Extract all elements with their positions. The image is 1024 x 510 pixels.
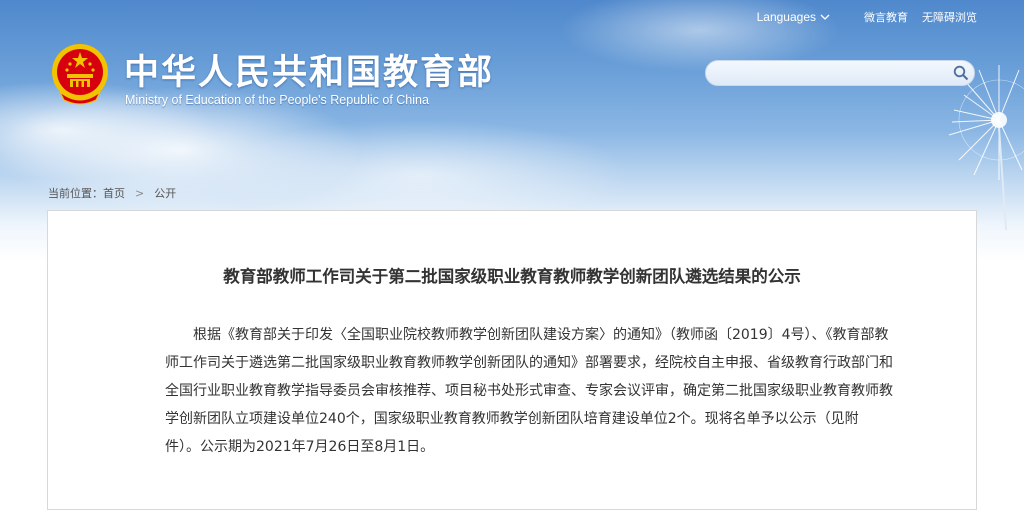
languages-menu[interactable]: Languages <box>757 10 830 24</box>
search-button[interactable] <box>948 61 974 85</box>
breadcrumb-prefix: 当前位置： <box>48 187 103 200</box>
breadcrumb: 当前位置： 首页 > 公开 <box>48 185 176 201</box>
languages-label: Languages <box>756 10 816 24</box>
breadcrumb-separator: > <box>135 186 145 200</box>
article-title: 教育部教师工作司关于第二批国家级职业教育教师教学创新团队遴选结果的公示 <box>223 267 801 286</box>
article-card: 教育部教师工作司关于第二批国家级职业教育教师教学创新团队遴选结果的公示 根据《教… <box>47 210 977 510</box>
breadcrumb-home[interactable]: 首页 <box>103 185 125 201</box>
weiyan-education-link[interactable]: 微言教育 <box>864 9 908 25</box>
accessibility-link[interactable]: 无障碍浏览 <box>922 9 977 25</box>
article-body: 根据《教育部关于印发〈全国职业院校教师教学创新团队建设方案〉的通知》（教师函〔2… <box>165 327 893 455</box>
breadcrumb-public[interactable]: 公开 <box>154 185 176 201</box>
site-title[interactable]: 中华人民共和国教育部 <box>124 44 494 95</box>
search-box <box>705 60 975 86</box>
chevron-down-icon <box>820 14 830 20</box>
search-input[interactable] <box>718 61 948 85</box>
top-navigation: Languages 微言教育 无障碍浏览 <box>757 9 977 25</box>
national-emblem-icon[interactable] <box>50 42 110 106</box>
site-subtitle: Ministry of Education of the People's Re… <box>125 93 429 107</box>
search-icon <box>953 65 969 81</box>
